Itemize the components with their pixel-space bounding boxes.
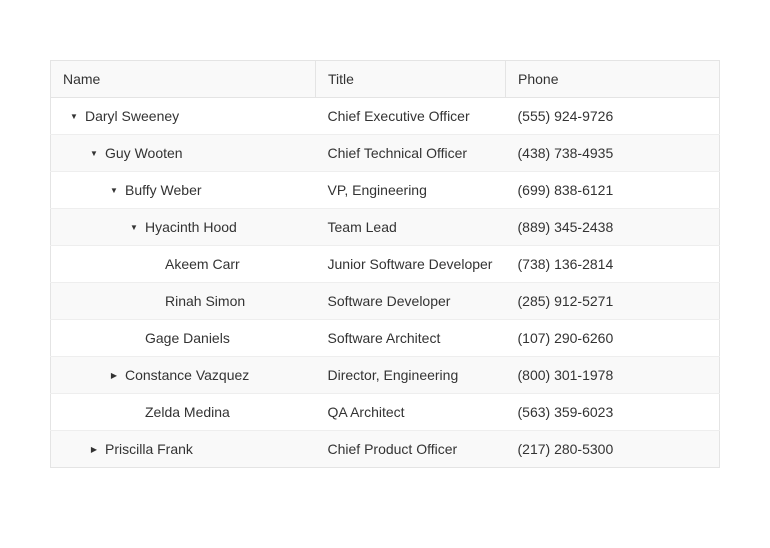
expand-icon[interactable]: ▶	[109, 370, 119, 380]
title-cell: Junior Software Developer	[316, 246, 506, 283]
phone-cell: (555) 924-9726	[506, 98, 720, 135]
title-cell: QA Architect	[316, 394, 506, 431]
collapse-icon[interactable]: ▼	[69, 111, 79, 121]
table-row[interactable]: ▶ Priscilla Frank Chief Product Officer(21…	[51, 431, 720, 468]
collapse-icon[interactable]: ▼	[129, 222, 139, 232]
table-row[interactable]: Rinah Simon Software Developer(285) 912-5…	[51, 283, 720, 320]
title-cell: Chief Executive Officer	[316, 98, 506, 135]
collapse-icon[interactable]: ▼	[89, 148, 99, 158]
employee-name: Constance Vazquez	[125, 367, 249, 383]
tree-indent	[63, 227, 123, 228]
toggle-spacer	[149, 259, 159, 269]
employee-name: Akeem Carr	[165, 256, 240, 272]
phone-cell: (438) 738-4935	[506, 135, 720, 172]
column-header-phone[interactable]: Phone	[506, 61, 720, 98]
column-header-title[interactable]: Title	[316, 61, 506, 98]
title-cell: VP, Engineering	[316, 172, 506, 209]
name-cell: ▼ Guy Wooten	[51, 135, 316, 172]
employee-name: Gage Daniels	[145, 330, 230, 346]
phone-cell: (800) 301-1978	[506, 357, 720, 394]
phone-cell: (285) 912-5271	[506, 283, 720, 320]
name-cell: ▼ Buffy Weber	[51, 172, 316, 209]
table-row[interactable]: Zelda Medina QA Architect(563) 359-6023	[51, 394, 720, 431]
phone-cell: (217) 280-5300	[506, 431, 720, 468]
tree-indent	[63, 449, 83, 450]
name-cell: ▶ Constance Vazquez	[51, 357, 316, 394]
name-cell: ▼ Hyacinth Hood	[51, 209, 316, 246]
employee-treelist: Name Title Phone ▼ Daryl Sweeney Chief Exe…	[50, 60, 720, 468]
title-cell: Software Architect	[316, 320, 506, 357]
employee-name: Priscilla Frank	[105, 441, 193, 457]
table-row[interactable]: Akeem Carr Junior Software Developer(738)…	[51, 246, 720, 283]
employee-name: Rinah Simon	[165, 293, 245, 309]
table-row[interactable]: ▼ Hyacinth Hood Team Lead(889) 345-2438	[51, 209, 720, 246]
title-cell: Chief Product Officer	[316, 431, 506, 468]
tree-indent	[63, 301, 143, 302]
phone-cell: (889) 345-2438	[506, 209, 720, 246]
tree-indent	[63, 338, 123, 339]
name-cell: Akeem Carr	[51, 246, 316, 283]
toggle-spacer	[149, 296, 159, 306]
tree-indent	[63, 375, 103, 376]
expand-icon[interactable]: ▶	[89, 444, 99, 454]
table-row[interactable]: ▼ Daryl Sweeney Chief Executive Officer(55…	[51, 98, 720, 135]
name-cell: Rinah Simon	[51, 283, 316, 320]
table-row[interactable]: ▶ Constance Vazquez Director, Engineering(…	[51, 357, 720, 394]
name-cell: Zelda Medina	[51, 394, 316, 431]
name-cell: ▶ Priscilla Frank	[51, 431, 316, 468]
employee-name: Hyacinth Hood	[145, 219, 237, 235]
column-header-name[interactable]: Name	[51, 61, 316, 98]
table-row[interactable]: ▼ Buffy Weber VP, Engineering(699) 838-612…	[51, 172, 720, 209]
tree-indent	[63, 264, 143, 265]
name-cell: Gage Daniels	[51, 320, 316, 357]
title-cell: Chief Technical Officer	[316, 135, 506, 172]
employee-name: Zelda Medina	[145, 404, 230, 420]
phone-cell: (563) 359-6023	[506, 394, 720, 431]
phone-cell: (699) 838-6121	[506, 172, 720, 209]
name-cell: ▼ Daryl Sweeney	[51, 98, 316, 135]
table-row[interactable]: ▼ Guy Wooten Chief Technical Officer(438) …	[51, 135, 720, 172]
title-cell: Director, Engineering	[316, 357, 506, 394]
employee-name: Guy Wooten	[105, 145, 183, 161]
title-cell: Team Lead	[316, 209, 506, 246]
employee-name: Buffy Weber	[125, 182, 202, 198]
collapse-icon[interactable]: ▼	[109, 185, 119, 195]
toggle-spacer	[129, 407, 139, 417]
header-row: Name Title Phone	[51, 61, 720, 98]
table-row[interactable]: Gage Daniels Software Architect(107) 290-…	[51, 320, 720, 357]
tree-indent	[63, 190, 103, 191]
phone-cell: (107) 290-6260	[506, 320, 720, 357]
employee-name: Daryl Sweeney	[85, 108, 179, 124]
toggle-spacer	[129, 333, 139, 343]
title-cell: Software Developer	[316, 283, 506, 320]
tree-indent	[63, 412, 123, 413]
phone-cell: (738) 136-2814	[506, 246, 720, 283]
tree-indent	[63, 153, 83, 154]
